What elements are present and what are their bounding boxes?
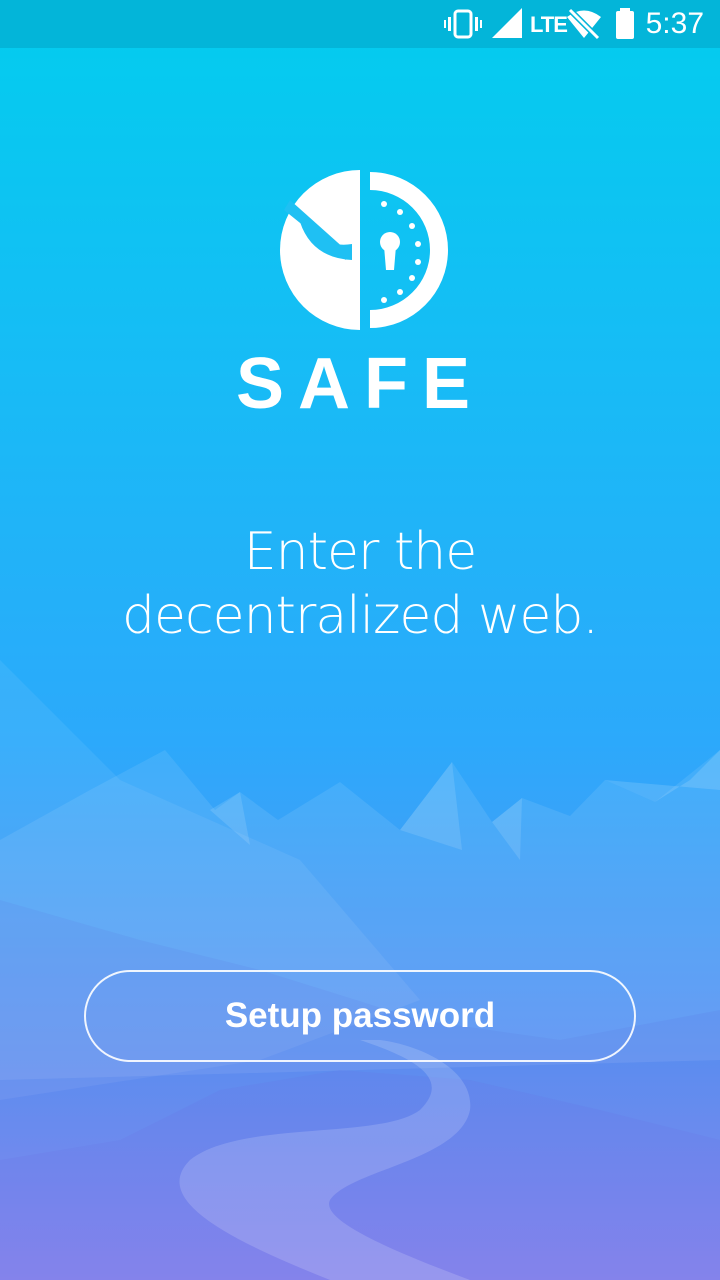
clock-time: 5:37 — [645, 7, 704, 40]
signal-icon — [492, 8, 522, 38]
mountain-landscape-illustration — [0, 660, 720, 1280]
setup-password-button[interactable]: Setup password — [84, 970, 636, 1062]
safe-wordmark: SAFE — [236, 344, 484, 414]
tagline-line-1: Enter the — [243, 522, 477, 582]
status-bar: LTE 5:37 — [0, 0, 720, 48]
safe-logo-icon — [280, 170, 448, 330]
vibrate-icon — [444, 9, 482, 39]
battery-icon — [616, 8, 634, 39]
wifi-off-icon — [567, 8, 601, 40]
brand-name: SAFE — [236, 344, 484, 414]
lte-icon: LTE — [530, 12, 568, 37]
tagline-line-2: decentralized web. — [122, 586, 599, 646]
tagline: Enter the decentralized web. — [0, 520, 720, 648]
